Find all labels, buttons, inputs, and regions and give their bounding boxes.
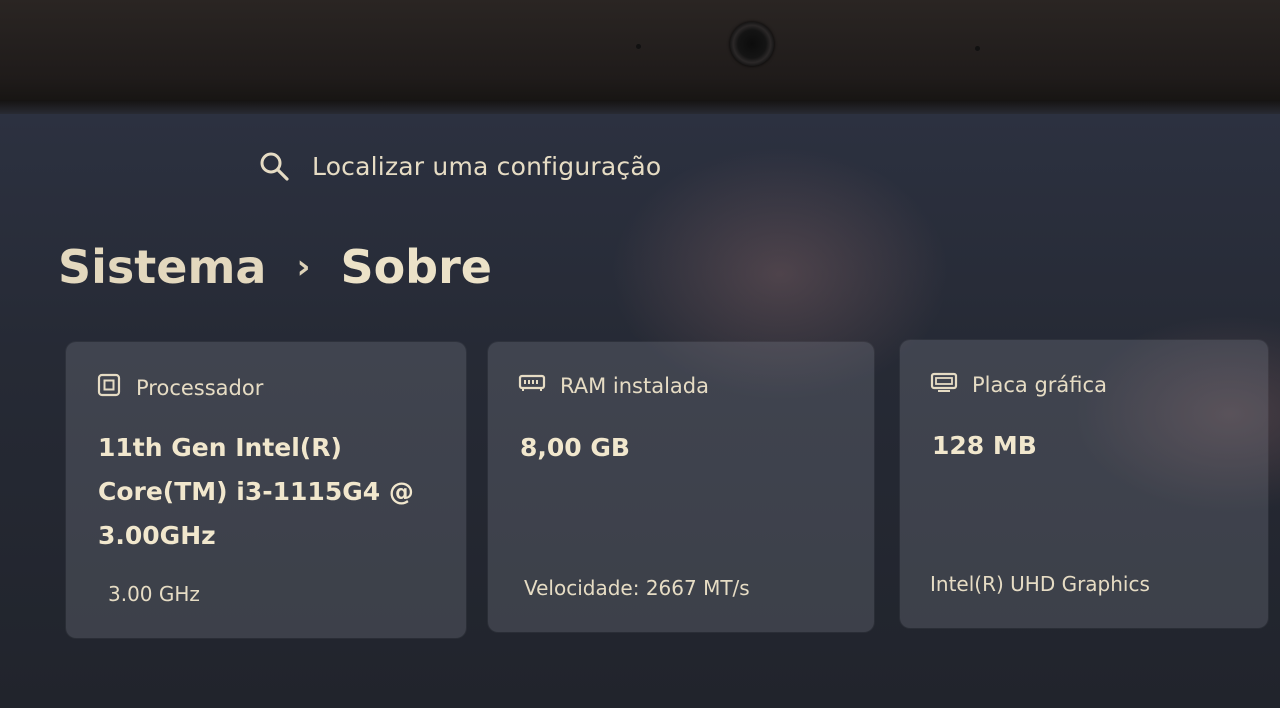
processor-speed: 3.00 GHz bbox=[108, 582, 200, 606]
ram-speed: Velocidade: 2667 MT/s bbox=[524, 576, 750, 600]
page-title: Sobre bbox=[340, 240, 492, 294]
processor-name-line: 11th Gen Intel(R) bbox=[98, 433, 342, 462]
laptop-bezel bbox=[0, 0, 1280, 112]
sensor-dot bbox=[975, 46, 980, 51]
card-header: Placa gráfica bbox=[930, 370, 1107, 399]
graphics-memory: 128 MB bbox=[932, 431, 1037, 460]
memory-icon bbox=[518, 372, 546, 399]
card-title: Processador bbox=[136, 375, 264, 400]
sensor-dot bbox=[636, 44, 641, 49]
search-input[interactable]: Localizar uma configuração bbox=[312, 152, 661, 181]
search-box[interactable]: Localizar uma configuração bbox=[258, 150, 661, 182]
card-title: Placa gráfica bbox=[972, 372, 1107, 397]
search-icon bbox=[258, 150, 290, 182]
webcam-icon bbox=[730, 22, 774, 66]
ram-card[interactable]: RAM instalada 8,00 GB Velocidade: 2667 M… bbox=[488, 342, 874, 632]
graphics-name: Intel(R) UHD Graphics bbox=[930, 572, 1150, 596]
breadcrumb-sistema[interactable]: Sistema bbox=[58, 240, 266, 294]
processor-name: 11th Gen Intel(R) Core(TM) i3-1115G4 @ 3… bbox=[98, 426, 438, 558]
processor-name-line: 3.00GHz bbox=[98, 521, 216, 550]
processor-name-line: Core(TM) i3-1115G4 @ bbox=[98, 477, 414, 506]
display-adapter-icon bbox=[930, 370, 958, 399]
card-header: Processador bbox=[96, 372, 263, 403]
card-header: RAM instalada bbox=[518, 372, 709, 399]
card-title: RAM instalada bbox=[560, 373, 709, 398]
breadcrumb: Sistema › Sobre bbox=[58, 240, 492, 294]
graphics-card[interactable]: Placa gráfica 128 MB Intel(R) UHD Graphi… bbox=[900, 340, 1268, 628]
ram-size: 8,00 GB bbox=[520, 433, 630, 462]
chevron-right-icon: › bbox=[296, 247, 311, 287]
processor-card[interactable]: Processador 11th Gen Intel(R) Core(TM) i… bbox=[66, 342, 466, 638]
settings-window: Localizar uma configuração Sistema › Sob… bbox=[0, 114, 1280, 708]
processor-icon bbox=[96, 372, 122, 403]
